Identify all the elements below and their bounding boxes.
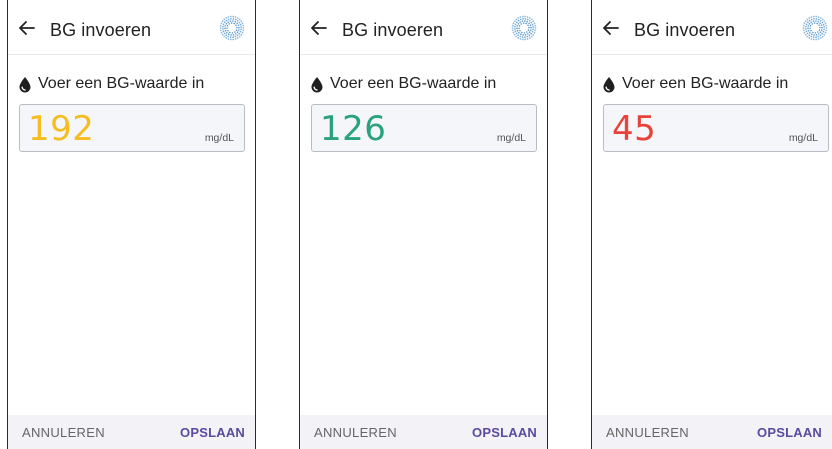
phone-screen-2: BG invoeren Voer een BG-waarde in 126 mg…: [299, 0, 548, 449]
bg-unit-label: mg/dL: [496, 132, 526, 144]
bg-value: 192: [28, 109, 95, 149]
header: BG invoeren: [592, 0, 832, 55]
bg-value: 45: [612, 109, 657, 149]
footer-bar: ANNULEREN OPSLAAN: [592, 415, 832, 449]
page-title: BG invoeren: [634, 20, 736, 40]
save-button[interactable]: OPSLAAN: [757, 425, 822, 440]
prompt-text: Voer een BG-waarde in: [38, 75, 205, 92]
cancel-button[interactable]: ANNULEREN: [314, 425, 397, 440]
save-button[interactable]: OPSLAAN: [472, 425, 537, 440]
prompt-text: Voer een BG-waarde in: [330, 75, 497, 92]
dotted-ring-logo-icon: [511, 15, 537, 41]
footer-bar: ANNULEREN OPSLAAN: [300, 415, 547, 449]
prompt-label: Voer een BG-waarde in: [310, 75, 496, 93]
dotted-ring-logo-icon: [802, 15, 828, 41]
blood-drop-icon: [603, 76, 615, 92]
arrow-left-icon[interactable]: [310, 20, 328, 36]
prompt-text: Voer een BG-waarde in: [622, 75, 789, 92]
blood-drop-icon: [19, 76, 31, 92]
page-title: BG invoeren: [342, 20, 444, 40]
page-title: BG invoeren: [50, 20, 152, 40]
prompt-label: Voer een BG-waarde in: [602, 75, 788, 93]
dotted-ring-logo-icon: [219, 15, 245, 41]
bg-value-input[interactable]: 126 mg/dL: [311, 104, 537, 152]
header: BG invoeren: [300, 0, 547, 55]
header: BG invoeren: [8, 0, 255, 55]
bg-unit-label: mg/dL: [788, 132, 818, 144]
stage: BG invoeren Voer een BG-waarde in 192 mg…: [0, 0, 832, 449]
bg-value-input[interactable]: 192 mg/dL: [19, 104, 245, 152]
bg-unit-label: mg/dL: [204, 132, 234, 144]
prompt-label: Voer een BG-waarde in: [18, 75, 204, 93]
cancel-button[interactable]: ANNULEREN: [606, 425, 689, 440]
bg-value-input[interactable]: 45 mg/dL: [603, 104, 829, 152]
phone-screen-3: BG invoeren Voer een BG-waarde in 45 mg/…: [591, 0, 832, 449]
blood-drop-icon: [311, 76, 323, 92]
bg-value: 126: [320, 109, 387, 149]
save-button[interactable]: OPSLAAN: [180, 425, 245, 440]
arrow-left-icon[interactable]: [18, 20, 36, 36]
arrow-left-icon[interactable]: [602, 20, 620, 36]
footer-bar: ANNULEREN OPSLAAN: [8, 415, 255, 449]
cancel-button[interactable]: ANNULEREN: [22, 425, 105, 440]
phone-screen-1: BG invoeren Voer een BG-waarde in 192 mg…: [7, 0, 256, 449]
